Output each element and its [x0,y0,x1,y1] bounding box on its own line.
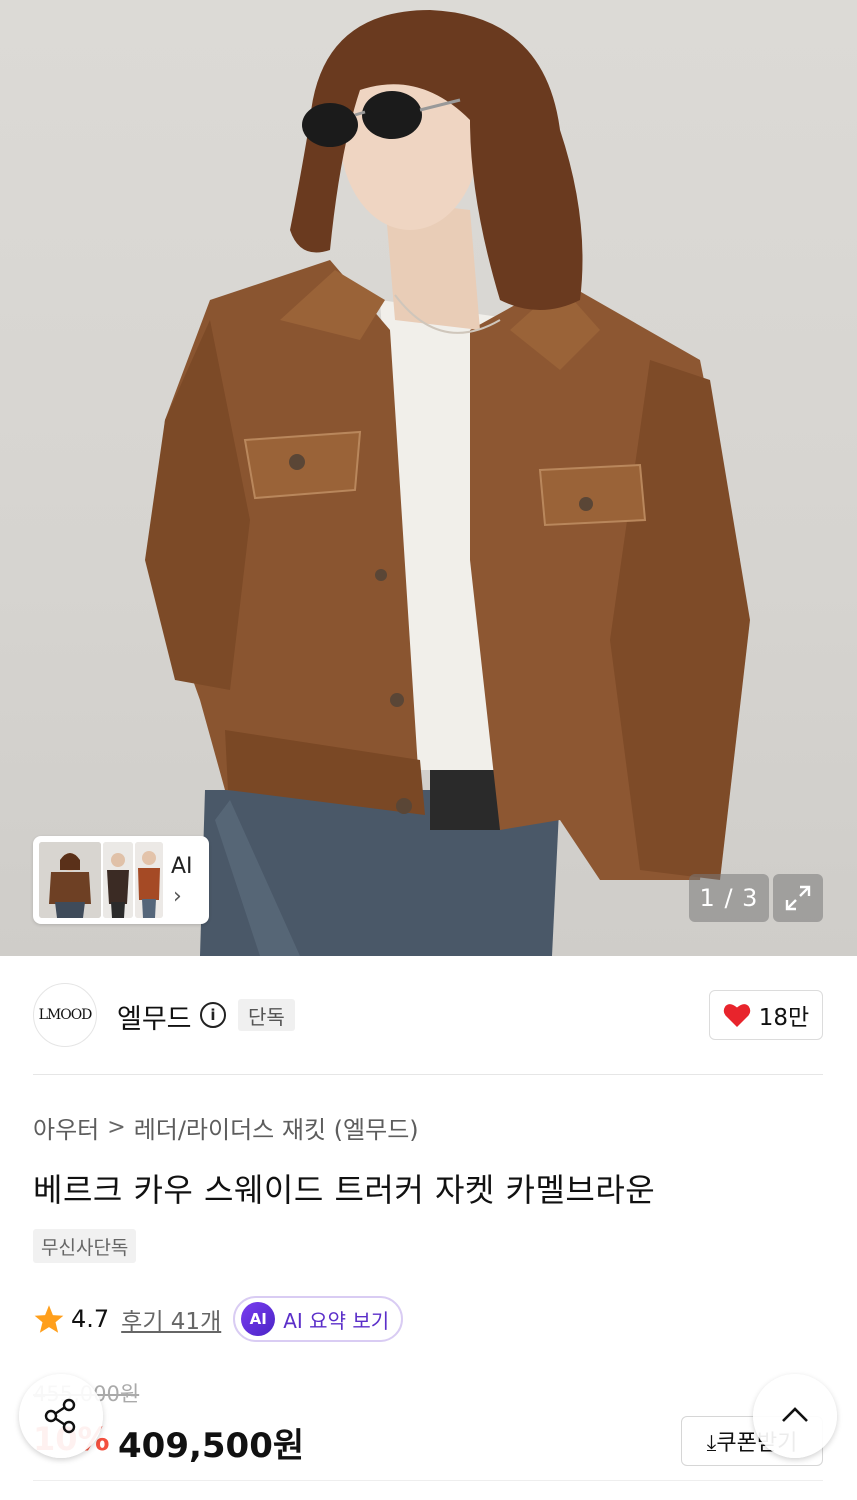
thumbnail-3[interactable] [135,842,163,918]
star-icon [34,1305,64,1333]
ai-badge-icon: AI [241,1302,276,1336]
chevron-right-icon: > [107,1115,126,1140]
divider [33,1480,823,1481]
thumbnail-photo [135,842,163,918]
breadcrumb-item-category[interactable]: 레더/라이더스 재킷 (엘무드) [134,1110,419,1145]
product-photo [145,10,750,956]
ai-summary-label: AI 요약 보기 [283,1308,390,1333]
brand-logo[interactable]: LMOOD [33,983,97,1047]
ai-thumbnail-card[interactable]: AI › [33,836,209,924]
expand-button[interactable] [773,874,823,922]
sale-price: 409,500원 [118,1426,305,1466]
breadcrumb: 아우터 > 레더/라이더스 재킷 (엘무드) [33,1110,419,1145]
ai-summary-button[interactable]: AI AI 요약 보기 [233,1296,404,1342]
heart-icon [723,1004,751,1027]
share-icon [44,1398,76,1434]
info-icon[interactable]: i [200,1002,226,1028]
thumbnail-1[interactable] [39,842,101,918]
share-button[interactable] [19,1374,103,1458]
brand-name[interactable]: 엘무드 [117,997,192,1036]
breadcrumb-item-outer[interactable]: 아우터 [33,1110,99,1145]
like-count: 18만 [758,1005,810,1031]
expand-icon [785,885,811,911]
image-counter: 1 / 3 [689,874,769,922]
exclusive-tag: 무신사단독 [33,1229,137,1263]
like-button[interactable]: 18만 [709,990,823,1040]
thumbnail-2[interactable] [103,842,133,918]
brand-row: LMOOD 엘무드 i 단독 18만 [33,983,823,1047]
divider [33,1074,823,1075]
chevron-right-icon: › [173,884,182,909]
product-title: 베르크 카우 스웨이드 트러커 자켓 카멜브라운 [33,1171,656,1209]
product-image-gallery[interactable]: AI › 1 / 3 [0,0,857,956]
rating-row: 4.7 후기 41개 AI AI 요약 보기 [33,1296,404,1342]
reviews-link[interactable]: 후기 41개 [121,1302,221,1336]
ai-label: AI [171,854,193,879]
chevron-up-icon [782,1407,808,1422]
scroll-top-button[interactable] [753,1374,837,1458]
thumbnail-photo [39,842,101,918]
exclusive-badge: 단독 [238,999,295,1031]
thumbnail-photo [103,842,133,918]
rating-value: 4.7 [71,1305,110,1333]
